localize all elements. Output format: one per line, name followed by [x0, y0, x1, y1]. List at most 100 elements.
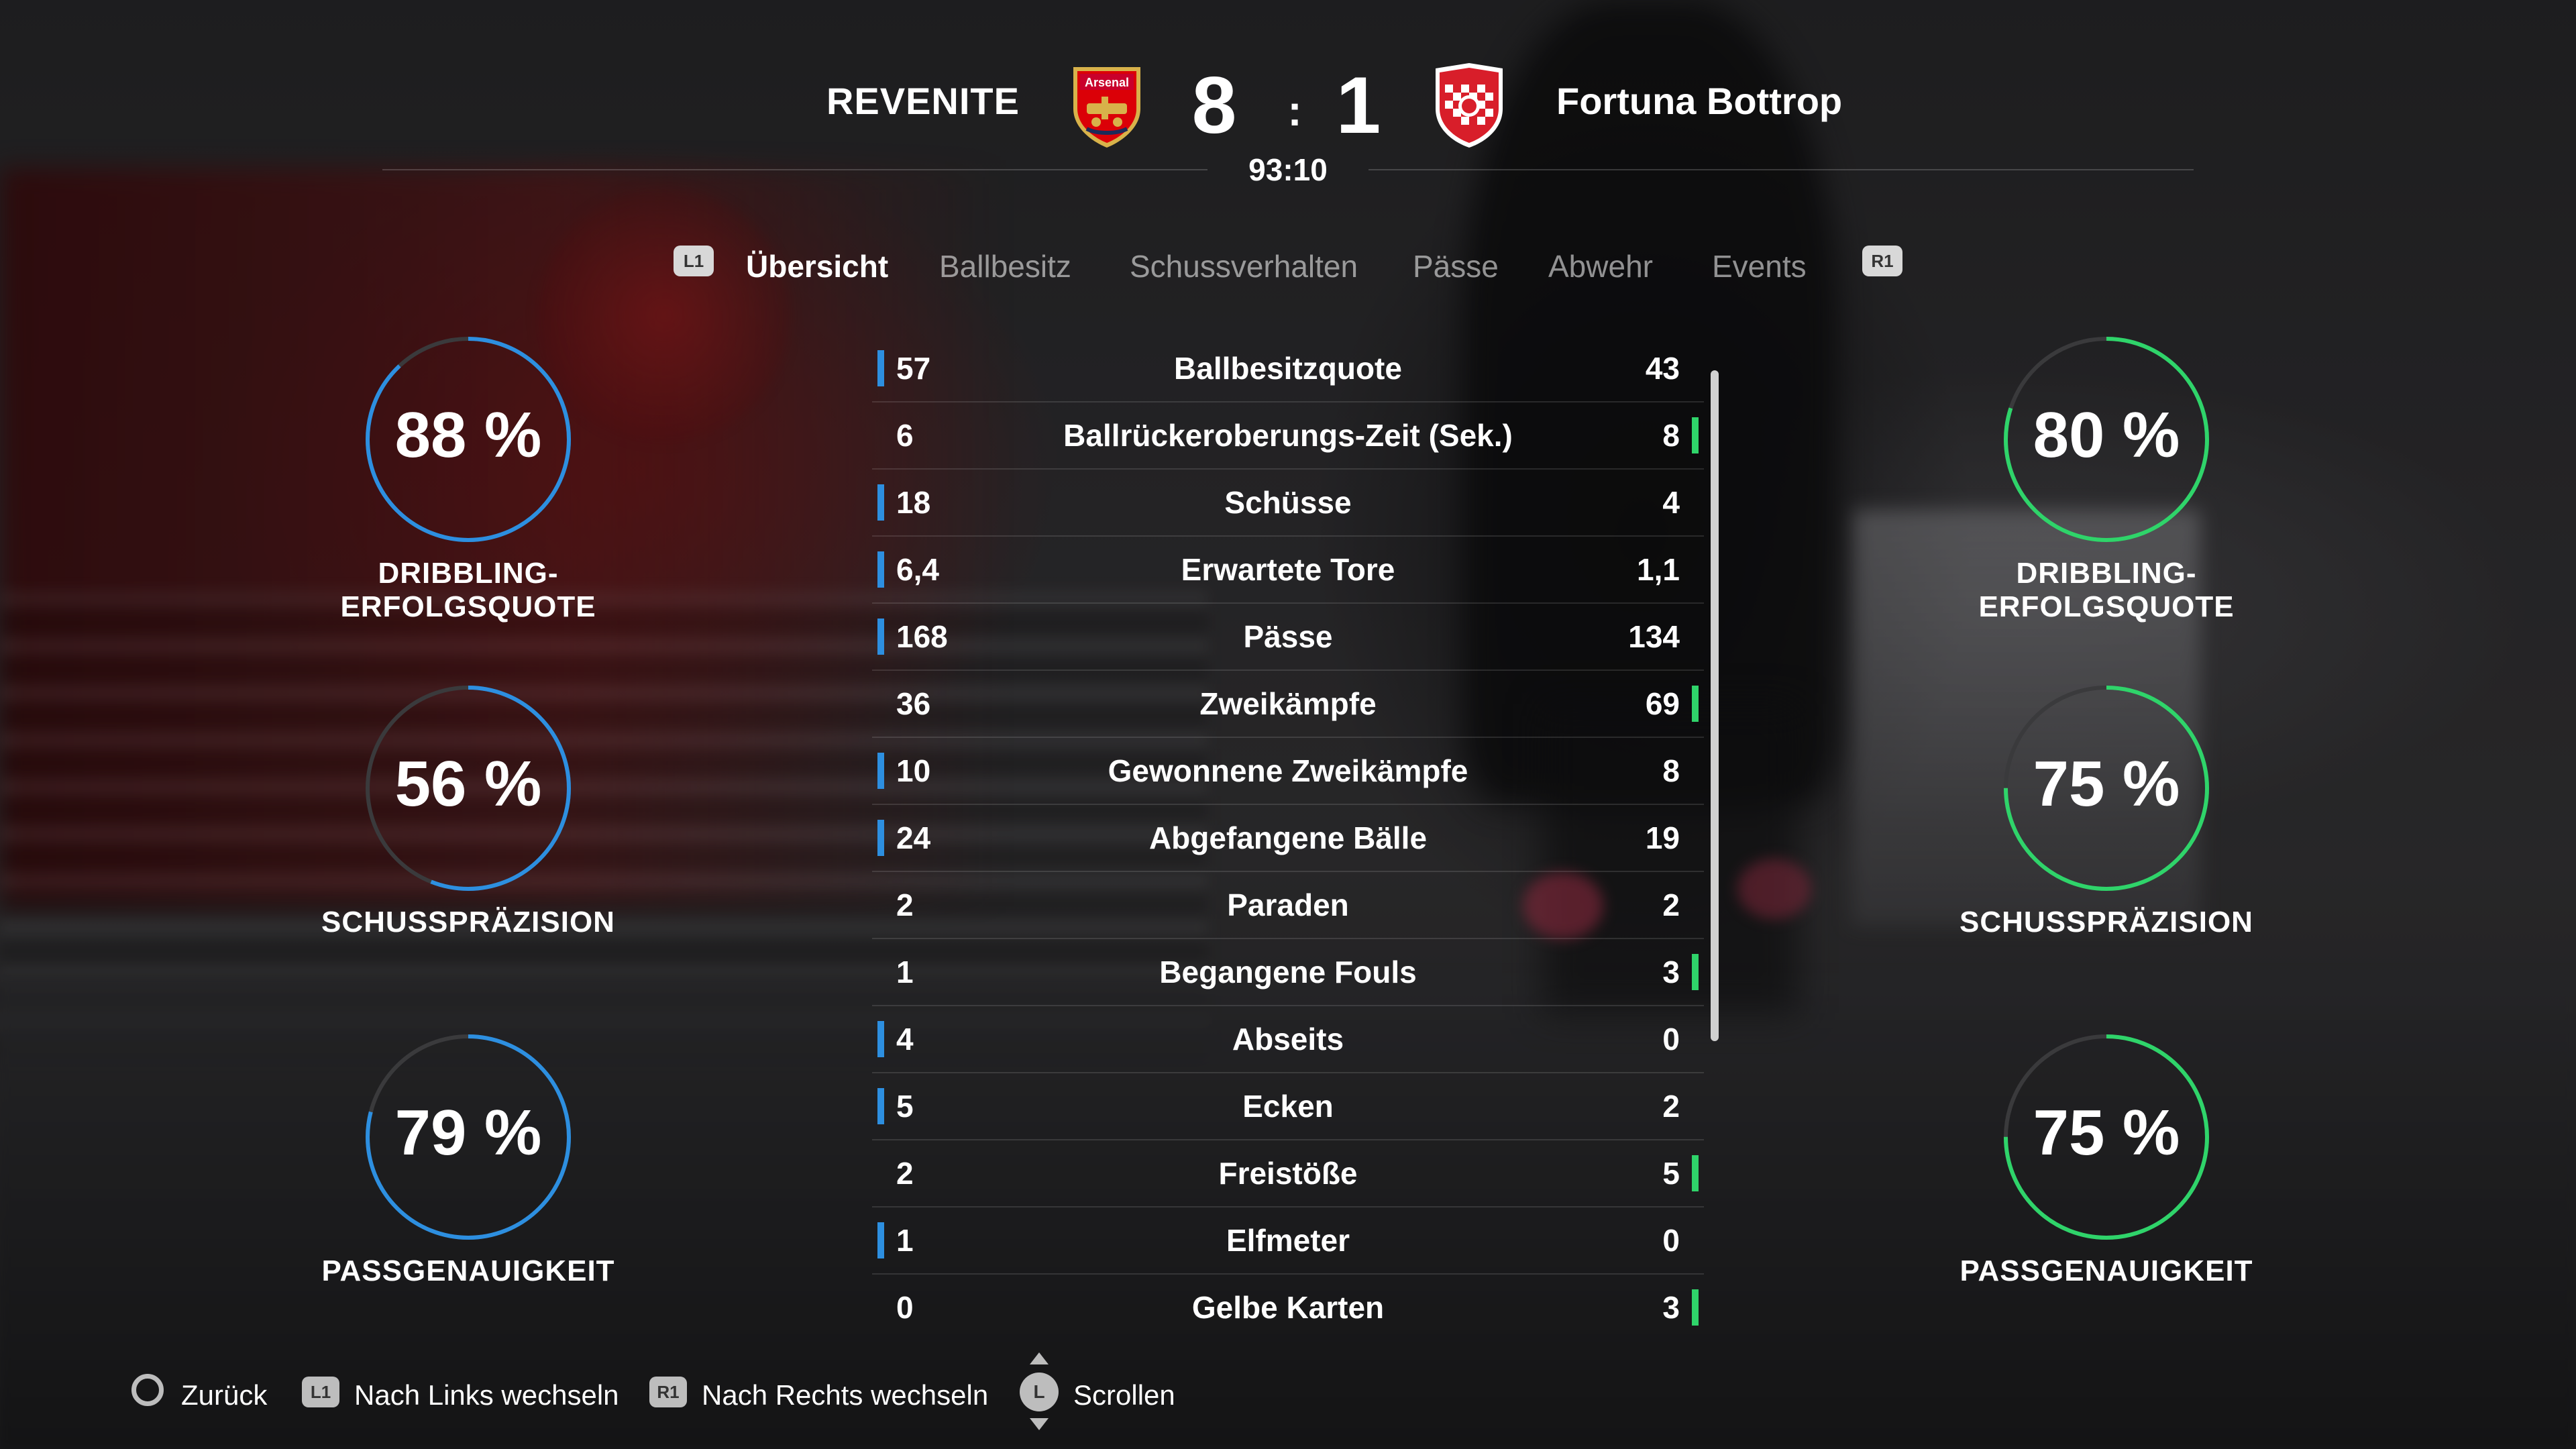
home-leader-bar: [877, 484, 884, 521]
away-stat-value: 0: [1662, 1022, 1680, 1057]
home-leader-bar: [877, 619, 884, 655]
away-score: 1: [1336, 60, 1381, 150]
stat-row: 6,4 Erwartete Tore 1,1: [872, 537, 1704, 604]
away-stat-value: 1,1: [1637, 552, 1680, 587]
arrow-down-icon: [1030, 1418, 1049, 1430]
home-score: 8: [1191, 60, 1237, 150]
next-tab-label: Nach Rechts wechseln: [702, 1379, 989, 1411]
ring-label: SCHUSSPRÄZISION: [1960, 906, 2253, 938]
stat-row: 18 Schüsse 4: [872, 470, 1704, 537]
tab-abwehr[interactable]: Abwehr: [1548, 248, 1653, 284]
home-leader-bar: [877, 551, 884, 588]
ring-label: DRIBBLING-ERFOLGSQUOTE: [340, 557, 596, 623]
away-stat-value: 5: [1662, 1156, 1680, 1191]
stat-row: 2 Freistöße 5: [872, 1140, 1704, 1208]
svg-text:Arsenal: Arsenal: [1085, 76, 1129, 89]
stat-row: 168 Pässe 134: [872, 604, 1704, 671]
stat-row: 1 Begangene Fouls 3: [872, 939, 1704, 1006]
stat-row: 6 Ballrückeroberungs-Zeit (Sek.) 8: [872, 402, 1704, 470]
home-stat-value: 18: [896, 485, 931, 520]
stat-row: 5 Ecken 2: [872, 1073, 1704, 1140]
stats-table[interactable]: 57 Ballbesitzquote 43 6 Ballrückeroberungs-Z…: [872, 335, 1704, 1340]
away-pass-accuracy-ring: 75 % PASSGENAUIGKEIT: [1898, 1033, 2314, 1328]
home-stat-value: 0: [896, 1290, 914, 1325]
home-stat-value: 57: [896, 351, 931, 386]
away-leader-bar: [1692, 1155, 1699, 1191]
stat-name: Gelbe Karten: [1191, 1290, 1385, 1325]
arsenal-crest-icon: Arsenal: [1073, 67, 1140, 148]
home-pass-accuracy-ring: 79 % PASSGENAUIGKEIT: [260, 1033, 676, 1328]
stat-name: Abgefangene Bälle: [1148, 820, 1428, 855]
stat-name: Ballrückeroberungs-Zeit (Sek.): [1063, 418, 1513, 453]
away-stat-value: 3: [1662, 955, 1680, 989]
away-stat-value: 8: [1662, 753, 1680, 788]
ring-label: SCHUSSPRÄZISION: [321, 906, 615, 938]
stat-name: Begangene Fouls: [1159, 955, 1417, 989]
away-shot-accuracy-ring: 75 % SCHUSSPRÄZISION: [1898, 684, 2314, 979]
ring-label: PASSGENAUIGKEIT: [321, 1254, 615, 1287]
home-stat-value: 6: [896, 418, 914, 453]
tab-ballbesitz[interactable]: Ballbesitz: [939, 248, 1071, 284]
stat-name: Ecken: [1242, 1089, 1334, 1124]
away-stat-value: 3: [1662, 1290, 1680, 1325]
away-stat-value: 2: [1662, 1089, 1680, 1124]
score-separator: :: [1287, 87, 1302, 135]
ring-label: PASSGENAUIGKEIT: [1960, 1254, 2253, 1287]
r1-button-icon: R1: [649, 1377, 687, 1407]
home-stat-value: 2: [896, 1156, 914, 1191]
away-stat-value: 4: [1662, 485, 1680, 520]
ring-value: 88 %: [394, 399, 542, 471]
stat-row: 36 Zweikämpfe 69: [872, 671, 1704, 738]
tab-schussverhalten[interactable]: Schussverhalten: [1130, 248, 1358, 284]
away-leader-bar: [1692, 686, 1699, 722]
scrollbar[interactable]: [1711, 370, 1719, 1041]
ring-value: 80 %: [2033, 399, 2180, 471]
r1-button-icon[interactable]: R1: [1862, 246, 1902, 276]
stat-row: 1 Elfmeter 0: [872, 1208, 1704, 1275]
l1-button-icon[interactable]: L1: [674, 246, 714, 276]
home-stat-value: 5: [896, 1089, 914, 1124]
home-leader-bar: [877, 1222, 884, 1258]
divider: [382, 169, 1208, 170]
away-leader-bar: [1692, 954, 1699, 990]
away-leader-bar: [1692, 417, 1699, 453]
home-stat-value: 1: [896, 955, 914, 989]
stat-row: 24 Abgefangene Bälle 19: [872, 805, 1704, 872]
home-stat-value: 24: [896, 820, 931, 855]
tab-events[interactable]: Events: [1712, 248, 1807, 284]
tab-uebersicht[interactable]: Übersicht: [746, 248, 888, 284]
arrow-up-icon: [1030, 1352, 1049, 1364]
away-stat-value: 8: [1662, 418, 1680, 453]
ring-label: DRIBBLING-ERFOLGSQUOTE: [1978, 557, 2235, 623]
ring-value: 75 %: [2033, 1097, 2180, 1169]
match-clock: 93:10: [1248, 152, 1328, 187]
ring-value: 79 %: [394, 1097, 542, 1169]
circle-button-icon: [131, 1374, 164, 1406]
ring-value: 75 %: [2033, 748, 2180, 820]
stat-name: Elfmeter: [1226, 1223, 1350, 1258]
away-leader-bar: [1692, 1289, 1699, 1326]
away-team-name: Fortuna Bottrop: [1556, 80, 1843, 122]
home-stat-value: 10: [896, 753, 931, 788]
home-dribbling-ring: 88 % DRIBBLING-ERFOLGSQUOTE: [260, 335, 676, 631]
back-label: Zurück: [181, 1379, 268, 1411]
away-stat-value: 134: [1628, 619, 1680, 654]
tab-paesse[interactable]: Pässe: [1413, 248, 1499, 284]
home-leader-bar: [877, 820, 884, 856]
stat-name: Erwartete Tore: [1181, 552, 1395, 587]
divider: [1368, 169, 2194, 170]
away-stat-value: 2: [1662, 888, 1680, 922]
home-leader-bar: [877, 350, 884, 386]
home-leader-bar: [877, 1088, 884, 1124]
l1-button-icon: L1: [302, 1377, 339, 1407]
scrollbar-thumb[interactable]: [1711, 370, 1719, 1041]
home-leader-bar: [877, 1021, 884, 1057]
home-stat-value: 2: [896, 888, 914, 922]
home-stat-value: 4: [896, 1022, 914, 1057]
home-stat-value: 36: [896, 686, 931, 721]
home-leader-bar: [877, 753, 884, 789]
stat-name: Pässe: [1243, 619, 1333, 654]
stat-name: Gewonnene Zweikämpfe: [1108, 753, 1468, 788]
away-dribbling-ring: 80 % DRIBBLING-ERFOLGSQUOTE: [1898, 335, 2314, 631]
away-stat-value: 69: [1645, 686, 1680, 721]
